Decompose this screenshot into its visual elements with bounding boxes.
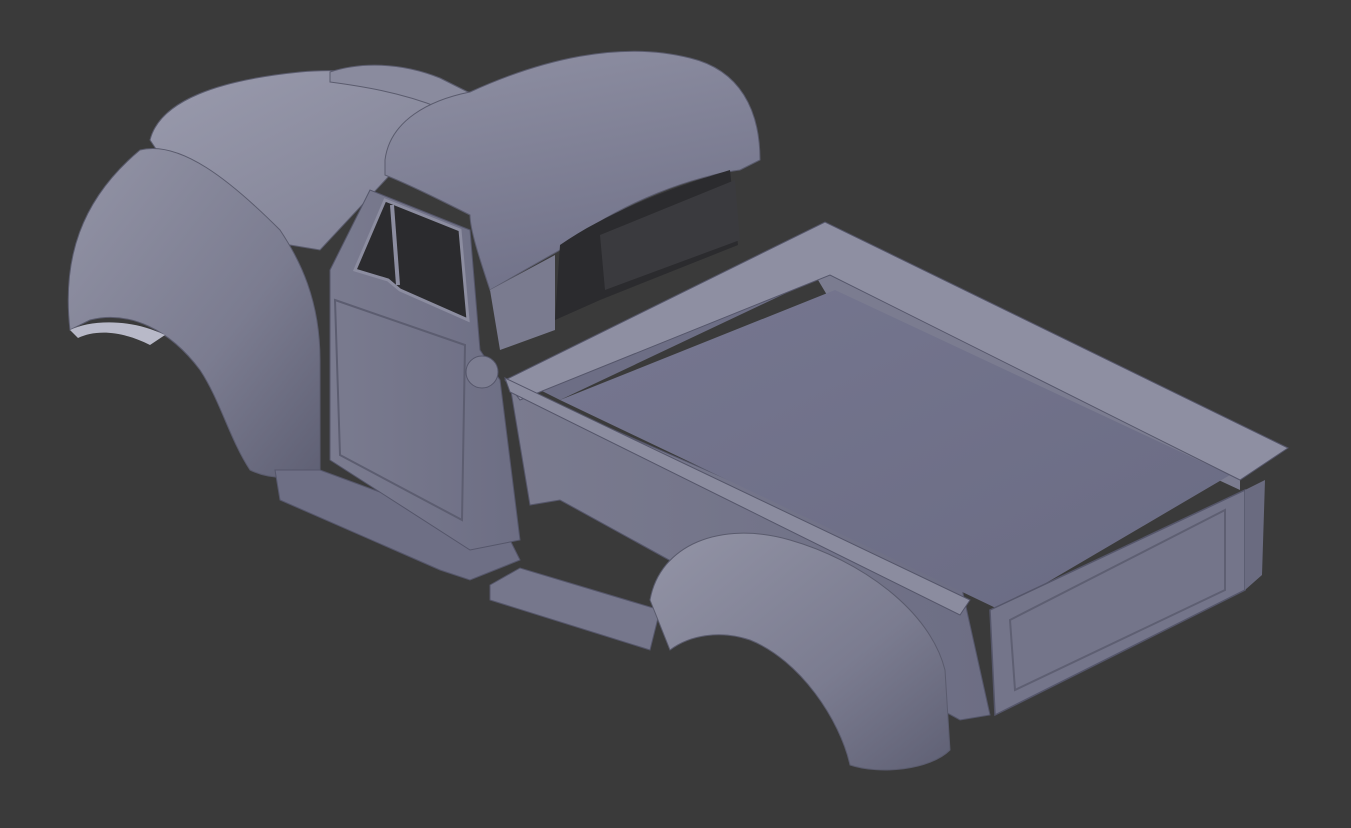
pickup-truck-model[interactable] — [0, 0, 1351, 828]
3d-viewport[interactable] — [0, 0, 1351, 828]
